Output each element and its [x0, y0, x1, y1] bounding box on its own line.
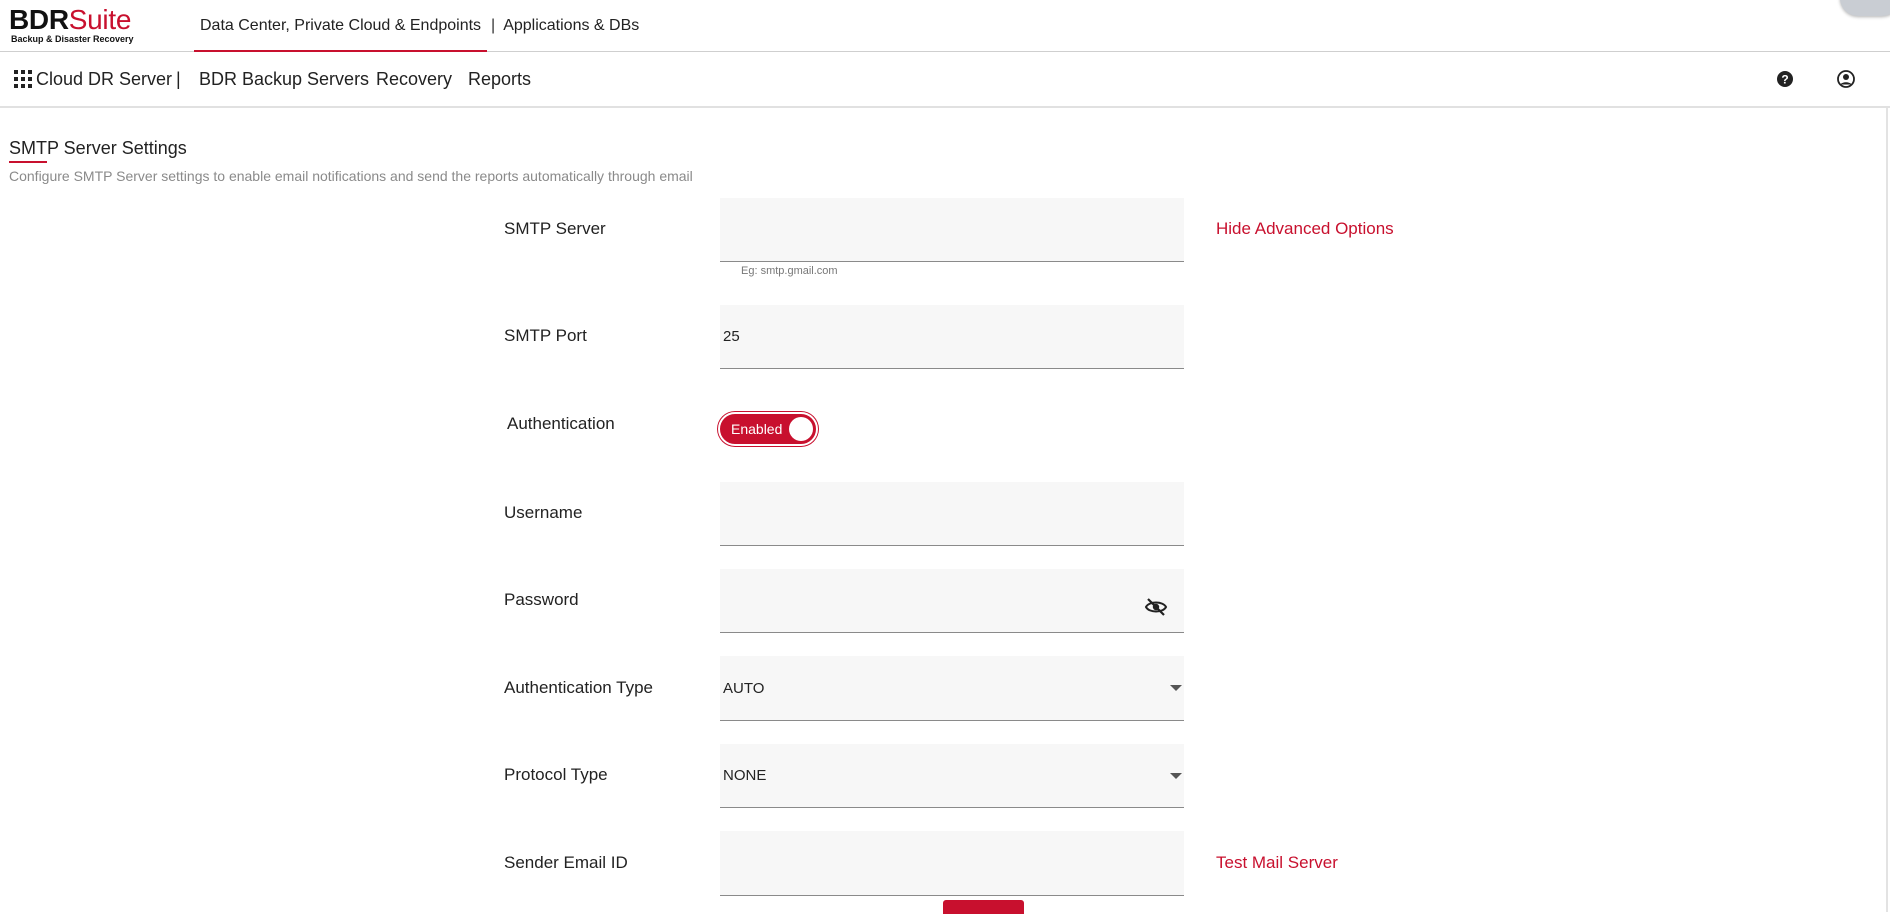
- protocol-type-value: NONE: [723, 767, 767, 784]
- svg-text:?: ?: [1781, 73, 1788, 87]
- protocol-type-select[interactable]: NONE: [720, 744, 1184, 808]
- top-bar: BDRSuite Backup & Disaster Recovery Data…: [0, 0, 1890, 52]
- page-title: SMTP Server Settings: [9, 138, 187, 158]
- smtp-port-input[interactable]: 25: [720, 305, 1184, 369]
- brand-name-accent: Suite: [68, 4, 132, 35]
- toggle-knob: [789, 417, 813, 441]
- smtp-server-label: SMTP Server: [504, 219, 606, 238]
- nav-recovery[interactable]: Recovery: [376, 52, 452, 106]
- username-input[interactable]: [720, 482, 1184, 546]
- brand-tagline: Backup & Disaster Recovery: [11, 34, 134, 44]
- auth-type-label: Authentication Type: [504, 678, 654, 697]
- page-description: Configure SMTP Server settings to enable…: [9, 168, 693, 184]
- password-input[interactable]: [720, 569, 1184, 633]
- authentication-toggle[interactable]: Enabled: [718, 412, 818, 446]
- tab-data-center[interactable]: Data Center, Private Cloud & Endpoints: [194, 0, 488, 52]
- sub-nav: Cloud DR Server | BDR Backup Servers Rec…: [0, 52, 1890, 108]
- grid-icon[interactable]: [14, 70, 32, 88]
- test-mail-server-link[interactable]: Test Mail Server: [1216, 853, 1338, 873]
- smtp-port-value: 25: [723, 328, 740, 345]
- auth-type-select[interactable]: AUTO: [720, 656, 1184, 721]
- top-nav-separator: |: [491, 16, 496, 34]
- help-icon[interactable]: ?: [1775, 69, 1795, 89]
- smtp-port-label: SMTP Port: [504, 326, 587, 345]
- top-nav: Data Center, Private Cloud & Endpoints |…: [194, 0, 639, 52]
- user-icon[interactable]: [1836, 69, 1856, 89]
- chevron-down-icon: [1170, 685, 1182, 691]
- authentication-label: Authentication: [507, 414, 615, 433]
- nav-bdr-backup-servers[interactable]: BDR Backup Servers: [199, 52, 369, 106]
- brand-name-bold: BDR: [9, 4, 69, 35]
- brand-logo[interactable]: BDRSuite Backup & Disaster Recovery: [9, 4, 134, 45]
- sender-email-input[interactable]: [720, 831, 1184, 896]
- content-border: [1886, 108, 1888, 912]
- sender-email-label: Sender Email ID: [504, 853, 628, 872]
- title-underline: [9, 161, 47, 163]
- smtp-server-hint: Eg: smtp.gmail.com: [741, 265, 838, 277]
- nav-cloud-dr-server[interactable]: Cloud DR Server: [36, 52, 172, 106]
- authentication-toggle-text: Enabled: [731, 421, 783, 437]
- nav-reports[interactable]: Reports: [468, 52, 531, 106]
- tab-applications[interactable]: Applications & DBs: [503, 17, 639, 35]
- tab-data-center-label: Data Center, Private Cloud & Endpoints: [200, 16, 482, 34]
- protocol-type-label: Protocol Type: [504, 765, 608, 784]
- corner-toggle-widget[interactable]: [1840, 0, 1890, 16]
- smtp-server-input[interactable]: [720, 198, 1184, 262]
- nav-separator: |: [176, 69, 181, 89]
- username-label: Username: [504, 503, 583, 522]
- eye-slash-icon[interactable]: [1144, 597, 1168, 617]
- hide-advanced-options-link[interactable]: Hide Advanced Options: [1216, 219, 1394, 239]
- auth-type-value: AUTO: [723, 680, 765, 697]
- password-label: Password: [504, 590, 579, 609]
- chevron-down-icon: [1170, 773, 1182, 779]
